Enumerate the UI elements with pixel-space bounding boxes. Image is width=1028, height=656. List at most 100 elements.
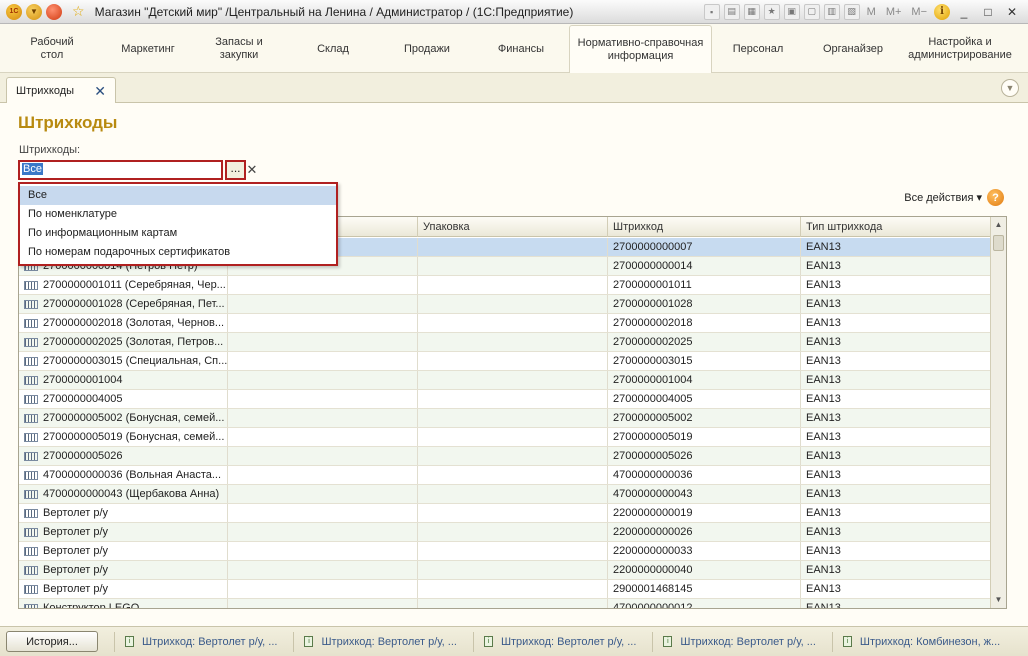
window-title: Магазин "Детский мир" /Центральный на Ле…: [94, 4, 574, 19]
dropdown-item-by-certificates[interactable]: По номерам подарочных сертификатов: [20, 243, 336, 262]
barcodes-table: Упаковка Штрихкод Тип штрихкода 27000000…: [18, 216, 1007, 609]
filter-input[interactable]: Все: [18, 160, 223, 180]
table-row[interactable]: 2700000005002 (Бонусная, семей... 2700000…: [19, 409, 991, 428]
memory-button[interactable]: M: [864, 6, 879, 18]
dropdown-item-by-nomenclature[interactable]: По номенклатуре: [20, 205, 336, 224]
save-icon[interactable]: ▪: [703, 3, 720, 20]
table-row[interactable]: 2700000001011 (Серебряная, Чер... 2700000…: [19, 276, 991, 295]
window-item[interactable]: i Штрихкод: Комбинезон, ж...: [831, 631, 1000, 652]
section-desktop[interactable]: Рабочий стол: [0, 25, 104, 73]
window-item[interactable]: i Штрихкод: Вертолет р/у, ...: [652, 631, 816, 652]
cell-package: [418, 390, 608, 408]
memory-plus-button[interactable]: M+: [883, 6, 905, 18]
maximize-button[interactable]: □: [978, 3, 998, 21]
tab-label: Штрихкоды: [16, 85, 75, 97]
table-row[interactable]: 2700000003015 (Специальная, Сп... 2700000…: [19, 352, 991, 371]
history-icon[interactable]: ▣: [783, 3, 800, 20]
close-tab-icon[interactable]: ✕: [94, 83, 106, 100]
scroll-down-icon[interactable]: ▼: [991, 592, 1006, 608]
table-row[interactable]: Вертолет р/у 2200000000019 EAN13: [19, 504, 991, 523]
memory-minus-button[interactable]: M−: [908, 6, 930, 18]
column-header-package[interactable]: Упаковка: [418, 217, 608, 237]
history-button[interactable]: История...: [6, 631, 98, 652]
vertical-scrollbar[interactable]: ▲ ▼: [990, 217, 1006, 608]
scroll-thumb[interactable]: [993, 235, 1004, 251]
cell-barcode: 2700000000014: [608, 257, 801, 275]
info-icon[interactable]: i: [934, 3, 950, 20]
section-settings-admin[interactable]: Настройка и администрирование: [902, 25, 1018, 73]
main-menu-icon[interactable]: ▼: [26, 3, 42, 20]
cell-barcode: 2700000003015: [608, 352, 801, 370]
cell-characteristic: [228, 352, 418, 370]
table-row[interactable]: Конструктор LEGO 4700000000012 EAN13: [19, 599, 991, 608]
table-row[interactable]: Вертолет р/у 2200000000033 EAN13: [19, 542, 991, 561]
clear-icon[interactable]: ✕: [245, 162, 259, 178]
table-row[interactable]: 2700000002025 (Золотая, Петров... 2700000…: [19, 333, 991, 352]
copy-icon[interactable]: ▢: [803, 3, 820, 20]
all-actions-button[interactable]: Все действия ▾: [904, 191, 982, 204]
section-marketing[interactable]: Маркетинг: [104, 25, 192, 73]
cell-barcode-type: EAN13: [806, 374, 841, 386]
calculator-icon[interactable]: ▧: [843, 3, 860, 20]
cell-package: [418, 333, 608, 351]
column-header-barcode-type[interactable]: Тип штрихкода: [801, 217, 991, 237]
help-icon[interactable]: ?: [987, 189, 1004, 206]
cell-barcode-type: EAN13: [806, 298, 841, 310]
favorites-star-icon[interactable]: ☆: [72, 3, 85, 20]
section-stock-purchases[interactable]: Запасы и закупки: [192, 25, 286, 73]
barcode-icon: [24, 565, 38, 575]
table-row[interactable]: 2700000001028 (Серебряная, Пет... 2700000…: [19, 295, 991, 314]
section-organizer[interactable]: Органайзер: [804, 25, 902, 73]
cell-characteristic: [228, 504, 418, 522]
app-logo-icon[interactable]: 1C: [6, 3, 22, 20]
section-reference-info[interactable]: Нормативно-справочная информация: [569, 25, 712, 73]
cell-barcode: 2200000000019: [608, 504, 801, 522]
section-finance[interactable]: Финансы: [474, 25, 568, 73]
table-row[interactable]: 2700000005026 2700000005026 EAN13: [19, 447, 991, 466]
section-personnel[interactable]: Персонал: [712, 25, 804, 73]
window-item[interactable]: i Штрихкод: Вертолет р/у, ...: [293, 631, 457, 652]
calendar-icon[interactable]: ▥: [823, 3, 840, 20]
cell-package: [418, 599, 608, 608]
document-icon: i: [483, 636, 493, 647]
table-row[interactable]: 2700000002018 (Золотая, Чернов... 2700000…: [19, 314, 991, 333]
barcode-icon: [24, 432, 38, 442]
section-warehouse[interactable]: Склад: [286, 25, 380, 73]
table-row[interactable]: Вертолет р/у 2200000000026 EAN13: [19, 523, 991, 542]
add-favorite-icon[interactable]: ★: [763, 3, 780, 20]
cell-name: Вертолет р/у: [19, 523, 228, 541]
chevron-down-icon[interactable]: ▼: [1001, 79, 1019, 97]
close-window-button[interactable]: ✕: [1002, 3, 1022, 21]
window-item[interactable]: i Штрихкод: Вертолет р/у, ...: [114, 631, 277, 652]
cell-name: 2700000001004: [19, 371, 228, 389]
table-row[interactable]: 2700000001004 2700000001004 EAN13: [19, 371, 991, 390]
table-row[interactable]: 2700000005019 (Бонусная, семей... 2700000…: [19, 428, 991, 447]
table-row[interactable]: 2700000004005 2700000004005 EAN13: [19, 390, 991, 409]
cell-name: 2700000004005: [19, 390, 228, 408]
table-row[interactable]: Вертолет р/у 2900001468145 EAN13: [19, 580, 991, 599]
column-header-barcode[interactable]: Штрихкод: [608, 217, 801, 237]
cell-name: 2700000005019 (Бонусная, семей...: [19, 428, 228, 446]
dropdown-item-by-cards[interactable]: По информационным картам: [20, 224, 336, 243]
window-item[interactable]: i Штрихкод: Вертолет р/у, ...: [472, 631, 636, 652]
select-button[interactable]: ...: [225, 160, 246, 180]
minimize-button[interactable]: _: [954, 3, 974, 21]
cell-name: Вертолет р/у: [19, 542, 228, 560]
cell-barcode: 2700000001011: [608, 276, 801, 294]
preview-icon[interactable]: ▦: [743, 3, 760, 20]
cell-barcode-type: EAN13: [806, 488, 841, 500]
cell-name: 2700000005026: [19, 447, 228, 465]
table-row[interactable]: Вертолет р/у 2200000000040 EAN13: [19, 561, 991, 580]
section-sales[interactable]: Продажи: [380, 25, 474, 73]
table-row[interactable]: 4700000000036 (Вольная Анаста... 47000000…: [19, 466, 991, 485]
tab-barcodes[interactable]: Штрихкоды ✕: [6, 77, 116, 104]
barcode-icon: [24, 337, 38, 347]
cell-barcode: 2700000005019: [608, 428, 801, 446]
table-row[interactable]: 4700000000043 (Щербакова Анна) 4700000000…: [19, 485, 991, 504]
cell-package: [418, 295, 608, 313]
cell-barcode: 2700000005002: [608, 409, 801, 427]
stop-icon[interactable]: [46, 3, 62, 20]
dropdown-item-all[interactable]: Все: [20, 186, 336, 205]
scroll-up-icon[interactable]: ▲: [991, 217, 1006, 233]
print-icon[interactable]: ▤: [723, 3, 740, 20]
